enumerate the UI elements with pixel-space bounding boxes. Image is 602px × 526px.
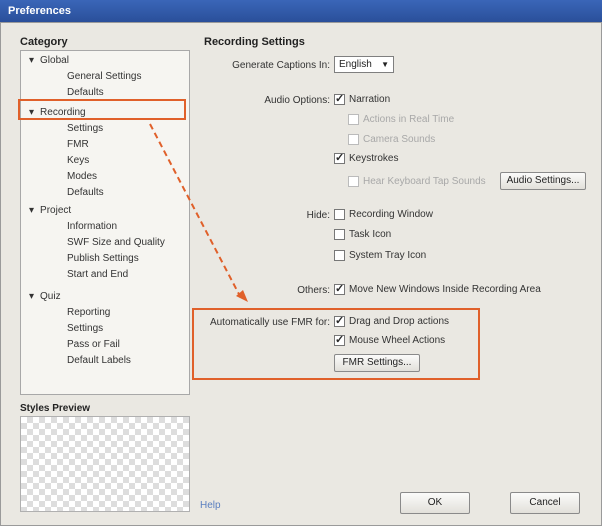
help-link[interactable]: Help: [200, 500, 221, 511]
ok-button[interactable]: OK: [400, 492, 470, 514]
cancel-button[interactable]: Cancel: [510, 492, 580, 514]
annotation-arrow: [149, 123, 248, 302]
